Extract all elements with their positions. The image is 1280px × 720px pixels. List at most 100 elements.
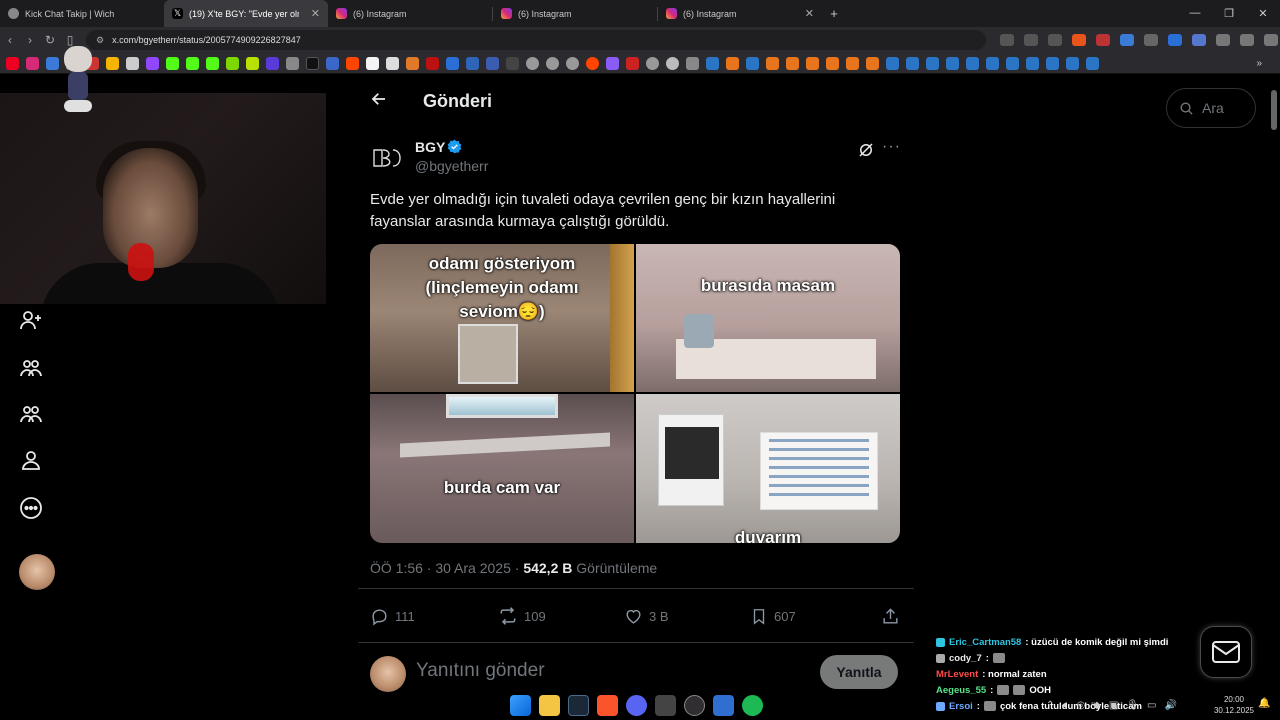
bookmark-icon[interactable]	[826, 56, 839, 70]
more-circle-icon[interactable]	[18, 495, 44, 521]
bookmark-icon[interactable]	[786, 56, 799, 70]
extension-icon[interactable]	[1144, 34, 1158, 46]
spotify-icon[interactable]	[742, 694, 763, 716]
x-logo-icon[interactable]	[306, 56, 319, 70]
media-photo-window[interactable]: burda cam var	[370, 394, 634, 543]
obs-icon[interactable]	[684, 694, 705, 716]
bookmark-icon[interactable]	[486, 56, 499, 70]
zoom-icon[interactable]	[1024, 34, 1038, 46]
reply-input[interactable]: Yanıtını gönder	[416, 660, 545, 682]
steam-icon[interactable]	[926, 56, 939, 70]
extension-icon[interactable]	[1168, 34, 1182, 46]
author-name[interactable]: BGY	[415, 139, 445, 155]
bookmark-icon[interactable]	[806, 56, 819, 70]
author-avatar[interactable]	[370, 140, 406, 176]
bookmark-action[interactable]: 607	[750, 607, 876, 626]
youtube-icon[interactable]	[6, 56, 19, 70]
repost-action[interactable]: 109	[498, 606, 624, 626]
page-scrollbar[interactable]	[1271, 80, 1277, 680]
bookmark-icon[interactable]	[466, 56, 479, 70]
discord-icon[interactable]	[626, 694, 647, 716]
twitch-icon[interactable]	[146, 56, 159, 70]
chevron-up-icon[interactable]: ⌃	[1046, 700, 1054, 711]
bookmark-icon[interactable]	[666, 56, 679, 70]
cast-icon[interactable]	[1000, 34, 1014, 46]
kick-icon[interactable]	[186, 56, 199, 70]
steam-icon[interactable]	[706, 56, 719, 70]
reddit-icon[interactable]	[586, 56, 599, 70]
bookmark-icon[interactable]: ▯	[60, 33, 80, 47]
reply-button[interactable]: Yanıtla	[820, 655, 898, 689]
share-action[interactable]	[881, 607, 900, 626]
restore-icon[interactable]: ❐	[1212, 7, 1246, 20]
messages-button[interactable]	[1200, 626, 1252, 678]
bookmark-icon[interactable]	[246, 56, 259, 70]
bookmark-icon[interactable]	[386, 56, 399, 70]
bookmark-icon[interactable]	[606, 56, 619, 70]
back-arrow-icon[interactable]	[358, 90, 398, 113]
site-settings-icon[interactable]: ⚙	[96, 35, 104, 46]
bookmark-icon[interactable]	[366, 56, 379, 70]
share-icon[interactable]	[1048, 34, 1062, 46]
globe-icon[interactable]	[526, 56, 539, 70]
tray-app-icon[interactable]: ◆	[1093, 700, 1101, 711]
microphone-icon[interactable]: 🎙	[1126, 700, 1139, 711]
network-icon[interactable]: ▭	[1147, 700, 1156, 711]
reply-action[interactable]: 111	[370, 607, 498, 626]
back-icon[interactable]: ‹	[0, 33, 20, 47]
more-bookmarks-icon[interactable]: »	[1256, 58, 1262, 69]
media-photo-desk[interactable]: burasıda masam	[636, 244, 900, 392]
extension-icon[interactable]	[1192, 34, 1206, 46]
drive-icon[interactable]	[106, 56, 119, 70]
bookmark-icon[interactable]	[226, 56, 239, 70]
globe-icon[interactable]	[566, 56, 579, 70]
media-photo-wall[interactable]: duvarım	[636, 394, 900, 543]
bookmark-icon[interactable]	[726, 56, 739, 70]
communities-icon[interactable]	[18, 355, 44, 381]
bookmark-icon[interactable]	[866, 56, 879, 70]
steam-icon[interactable]	[568, 694, 589, 716]
app-icon[interactable]	[655, 694, 676, 716]
address-bar[interactable]: ⚙ x.com/bgyetherr/status/200577490922682…	[86, 30, 986, 50]
file-explorer-icon[interactable]	[539, 694, 560, 716]
tray-app-icon[interactable]: ◐	[1062, 700, 1068, 711]
reply-avatar[interactable]	[370, 656, 406, 692]
steam-icon[interactable]	[986, 56, 999, 70]
notification-bell-icon[interactable]: 🔔	[1258, 698, 1270, 709]
instagram-icon[interactable]	[26, 56, 39, 70]
author-handle[interactable]: @bgyetherr	[415, 158, 488, 174]
search-box[interactable]: Ara	[1166, 88, 1256, 128]
puzzle-icon[interactable]	[1216, 34, 1230, 46]
brave-shield-icon[interactable]	[1072, 34, 1086, 46]
steam-icon[interactable]	[906, 56, 919, 70]
close-icon[interactable]: ✕	[311, 7, 320, 20]
sidebar-icon[interactable]	[1240, 34, 1254, 46]
close-window-icon[interactable]: ✕	[1246, 7, 1280, 20]
communities-icon[interactable]	[18, 401, 44, 427]
folder-icon[interactable]	[686, 56, 699, 70]
close-icon[interactable]: ✕	[805, 7, 814, 20]
reload-icon[interactable]: ↻	[40, 33, 60, 47]
bookmark-icon[interactable]	[766, 56, 779, 70]
volume-icon[interactable]: 🔊	[1164, 700, 1176, 711]
bookmark-icon[interactable]	[426, 56, 439, 70]
steam-icon[interactable]	[946, 56, 959, 70]
post-timestamp[interactable]: ÖÖ 1:56 · 30 Ara 2025	[370, 560, 511, 576]
tab-instagram-3[interactable]: (6) Instagram ✕	[658, 0, 822, 27]
tray-app-icon[interactable]: ◎	[1076, 700, 1085, 711]
steam-icon[interactable]	[886, 56, 899, 70]
scrollbar-thumb[interactable]	[1271, 90, 1277, 130]
kick-icon[interactable]	[206, 56, 219, 70]
bookmark-icon[interactable]	[506, 56, 519, 70]
bookmark-icon[interactable]	[446, 56, 459, 70]
steam-icon[interactable]	[966, 56, 979, 70]
reddit-icon[interactable]	[346, 56, 359, 70]
new-tab-button[interactable]: +	[822, 6, 846, 21]
minimize-icon[interactable]: —	[1178, 7, 1212, 20]
grok-icon[interactable]	[857, 141, 875, 159]
steam-icon[interactable]	[1086, 56, 1099, 70]
brave-icon[interactable]	[597, 694, 618, 716]
kick-icon[interactable]	[166, 56, 179, 70]
bookmark-icon[interactable]	[266, 56, 279, 70]
tab-kick-chat[interactable]: Kick Chat Takip | Wich	[0, 0, 164, 27]
